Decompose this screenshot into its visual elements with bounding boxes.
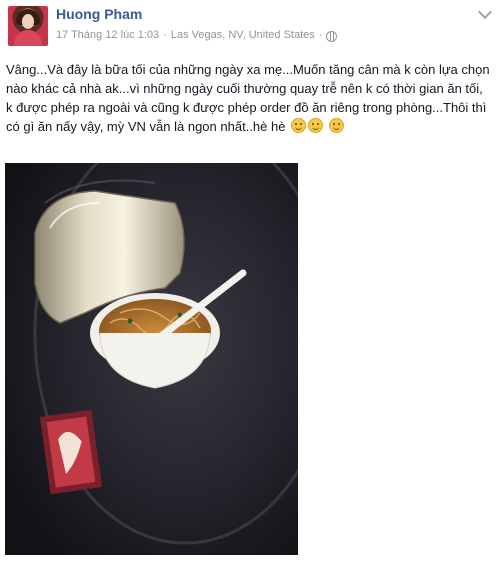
noodle-cup-photo-drawing <box>5 163 298 555</box>
post-photo[interactable] <box>5 163 298 555</box>
separator: · <box>163 29 167 41</box>
author-name-link[interactable]: Huong Pham <box>56 6 142 22</box>
post-meta: 17 Tháng 12 lúc 1:03 · Las Vegas, NV, Un… <box>56 29 338 42</box>
globe-icon[interactable] <box>326 30 338 42</box>
post-timestamp[interactable]: 17 Tháng 12 lúc 1:03 <box>56 29 159 41</box>
facebook-post: Huong Pham 17 Tháng 12 lúc 1:03 · Las Ve… <box>0 0 500 567</box>
post-text-content: Vâng...Và đây là bữa tối của những ngày … <box>6 62 490 134</box>
smile-emoji-icon <box>328 118 344 133</box>
post-text: Vâng...Và đây là bữa tối của những ngày … <box>6 60 491 136</box>
smile-emoji-icon <box>291 118 307 133</box>
chevron-down-icon[interactable] <box>477 4 493 20</box>
separator: · <box>318 29 323 41</box>
smile-emoji-icon <box>308 118 324 133</box>
post-location[interactable]: Las Vegas, NV, United States <box>171 29 315 41</box>
avatar[interactable] <box>8 6 48 46</box>
